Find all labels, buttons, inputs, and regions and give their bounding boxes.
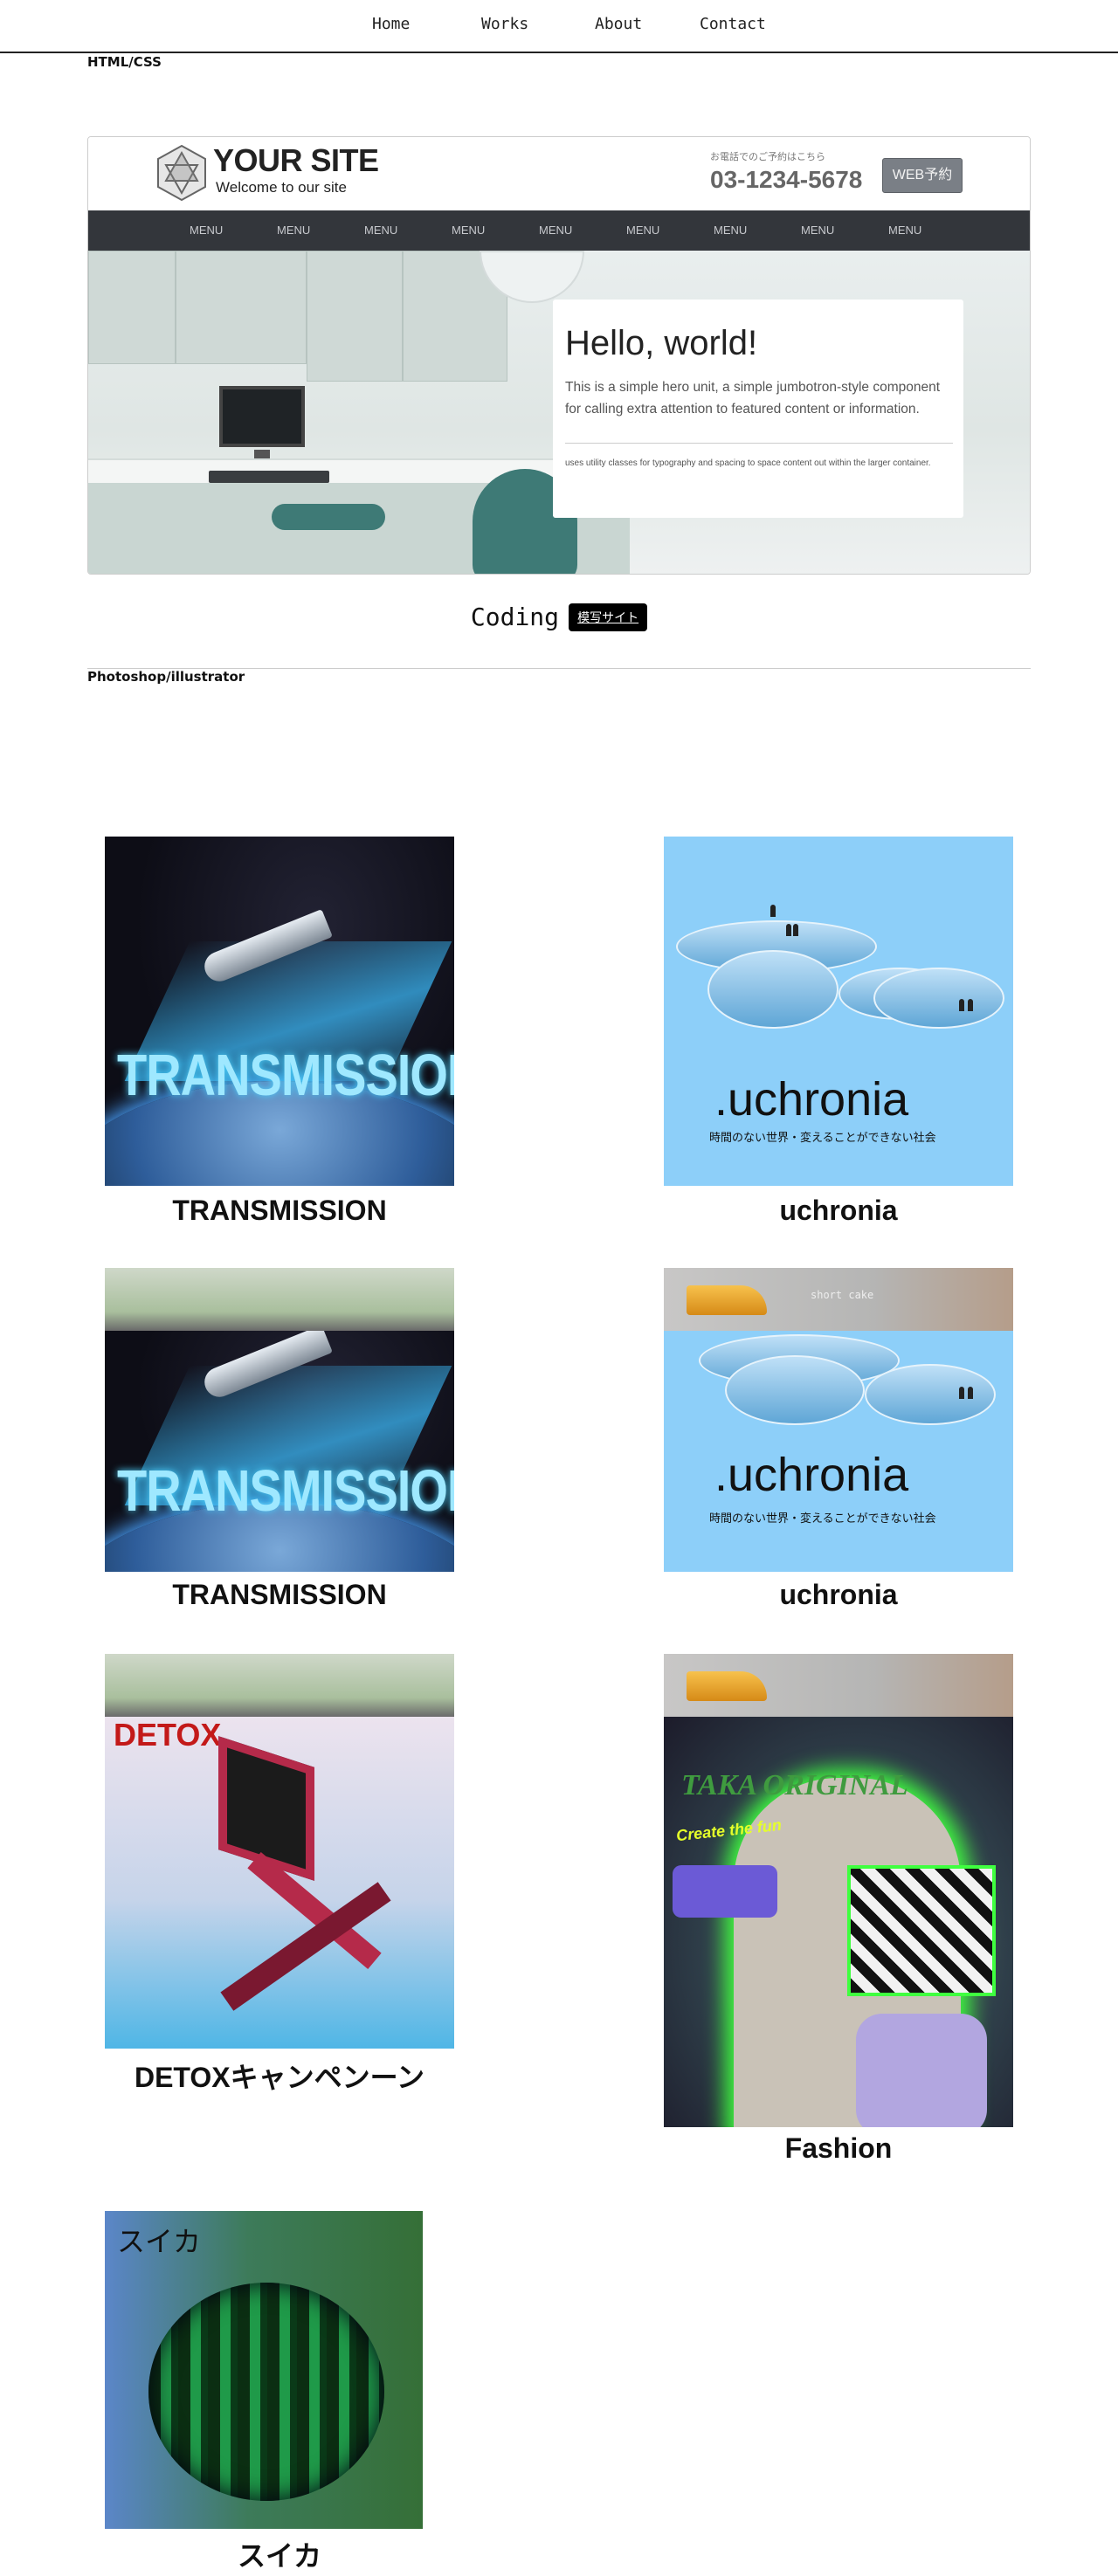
mock-hero-divider bbox=[565, 443, 953, 444]
work-item-fashion[interactable]: TAKA ORIGINAL Create the fun Fashion bbox=[664, 1654, 1013, 2174]
work-item-suika[interactable]: スイカ スイカ bbox=[105, 2211, 454, 2576]
watermelon-icon bbox=[148, 2283, 384, 2501]
artwork-text: .uchronia bbox=[714, 1073, 909, 1126]
artwork-text: TAKA ORIGINAL bbox=[681, 1769, 908, 1801]
work-caption: TRANSMISSION bbox=[172, 1579, 387, 1610]
mock-site-tagline: Welcome to our site bbox=[216, 179, 347, 196]
mock-hero-title: Hello, world! bbox=[565, 324, 758, 362]
water-gun-icon bbox=[673, 1865, 777, 1918]
artwork-text: TRANSMISSION bbox=[117, 1041, 454, 1108]
short-cake-strip bbox=[664, 1654, 1013, 1717]
mock-phone-number: 03-1234-5678 bbox=[710, 166, 863, 193]
mock-menu-item: MENU bbox=[539, 224, 573, 237]
mock-menu-item: MENU bbox=[801, 224, 835, 237]
mock-menu-item: MENU bbox=[714, 224, 748, 237]
mock-menu-item: MENU bbox=[364, 224, 398, 237]
mock-hero-card: Hello, world! This is a simple hero unit… bbox=[553, 300, 963, 518]
landscape-strip-image bbox=[105, 1268, 454, 1331]
artwork-subtext: 時間のない世界・変えることができない社会 bbox=[709, 1512, 936, 1526]
artwork-text: スイカ bbox=[117, 2225, 202, 2258]
strip-text: short cake bbox=[811, 1289, 874, 1301]
mock-hero-lead: This is a simple hero unit, a simple jum… bbox=[565, 380, 941, 417]
mock-hero-small-text: uses utility classes for typography and … bbox=[565, 458, 931, 468]
work-item-transmission-2[interactable]: TRANSMISSION TRANSMISSION bbox=[105, 1268, 454, 1617]
short-cake-strip: short cake bbox=[664, 1268, 1013, 1331]
coding-row: Coding 模写サイト bbox=[0, 603, 1118, 631]
mock-phone-label: お電話でのご予約はこちら bbox=[710, 151, 825, 162]
mock-site-header: YOUR SITE Welcome to our site お電話でのご予約はこ… bbox=[88, 137, 1030, 210]
work-caption: スイカ bbox=[237, 2540, 321, 2572]
top-nav: Home Works About Contact bbox=[0, 0, 1118, 53]
work-caption: uchronia bbox=[779, 1195, 898, 1226]
work-caption: Fashion bbox=[784, 2132, 893, 2164]
artwork-text: .uchronia bbox=[714, 1449, 909, 1501]
coding-label: Coding bbox=[470, 603, 560, 631]
mock-menu-bar: MENU MENU MENU MENU MENU MENU MENU MENU … bbox=[88, 210, 1030, 251]
section-label-html-css: HTML/CSS bbox=[87, 54, 162, 70]
transmission-artwork[interactable]: TRANSMISSION bbox=[105, 837, 454, 1186]
fashion-artwork[interactable]: TAKA ORIGINAL Create the fun bbox=[664, 1717, 1013, 2127]
detox-artwork[interactable]: DETOX bbox=[105, 1717, 454, 2049]
work-item-detox[interactable]: DETOX DETOXキャンペンーン bbox=[105, 1654, 454, 2093]
mock-site-name: YOUR SITE bbox=[213, 142, 379, 178]
nav-works-link[interactable]: Works bbox=[481, 15, 528, 33]
nav-about-link[interactable]: About bbox=[595, 15, 642, 33]
cake-icon bbox=[687, 1671, 767, 1701]
site-logo-icon bbox=[157, 144, 206, 202]
nav-home-link[interactable]: Home bbox=[372, 15, 410, 33]
landscape-strip-image bbox=[105, 1654, 454, 1717]
uchronia-artwork[interactable]: .uchronia 時間のない世界・変えることができない社会 bbox=[664, 837, 1013, 1186]
cake-icon bbox=[687, 1285, 767, 1315]
work-item-transmission[interactable]: TRANSMISSION TRANSMISSION bbox=[105, 837, 454, 1238]
suika-artwork[interactable]: スイカ bbox=[105, 2211, 423, 2529]
nav-contact-link[interactable]: Contact bbox=[700, 15, 766, 33]
artwork-subtext: 時間のない世界・変えることができない社会 bbox=[709, 1132, 936, 1145]
work-caption: TRANSMISSION bbox=[172, 1195, 387, 1226]
coding-sample-preview[interactable]: YOUR SITE Welcome to our site お電話でのご予約はこ… bbox=[87, 136, 1031, 575]
artwork-text: DETOX bbox=[114, 1717, 222, 1753]
mock-menu-item: MENU bbox=[277, 224, 311, 237]
transmission-artwork[interactable]: TRANSMISSION bbox=[105, 1331, 454, 1572]
work-caption: DETOXキャンペンーン bbox=[134, 2062, 425, 2093]
mock-menu-item: MENU bbox=[626, 224, 660, 237]
mock-site-button[interactable]: 模写サイト bbox=[569, 603, 648, 631]
mock-menu-item: MENU bbox=[888, 224, 922, 237]
mock-menu-item: MENU bbox=[190, 224, 224, 237]
section-label-photoshop: Photoshop/illustrator bbox=[87, 669, 245, 685]
work-item-uchronia-2[interactable]: .uchronia 時間のない世界・変えることができない社会 short cak… bbox=[664, 1268, 1013, 1617]
mock-web-reserve-button: WEB予約 bbox=[882, 158, 963, 193]
work-item-uchronia[interactable]: .uchronia 時間のない世界・変えることができない社会 uchronia bbox=[664, 837, 1013, 1238]
artwork-text: TRANSMISSION bbox=[117, 1457, 454, 1524]
mock-menu-item: MENU bbox=[452, 224, 486, 237]
work-caption: uchronia bbox=[779, 1579, 898, 1610]
